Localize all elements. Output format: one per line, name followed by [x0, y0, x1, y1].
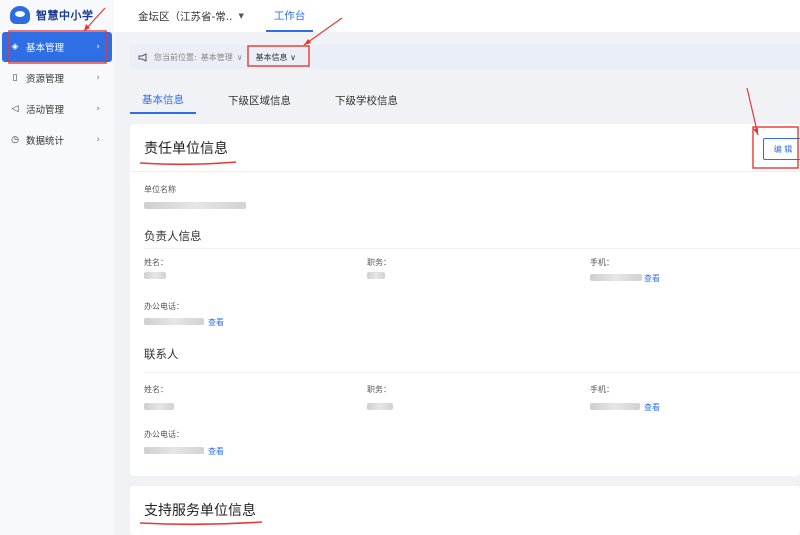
red-underline-annotation — [139, 521, 263, 526]
contact-position-value — [367, 403, 393, 410]
leader-name-label: 姓名： — [144, 258, 168, 267]
chevron-right-icon: › — [96, 104, 100, 114]
unit-name-value — [144, 202, 246, 209]
tab-sub-region-info[interactable]: 下级区域信息 — [216, 86, 303, 114]
contact-section-title: 联系人 — [144, 347, 179, 361]
sidebar-item-label: 数据统计 — [26, 136, 65, 147]
leader-mobile-view-link[interactable]: 查看 — [644, 273, 660, 284]
contact-office-phone-view-link[interactable]: 查看 — [208, 446, 224, 457]
leader-office-phone-label: 办公电话： — [144, 302, 184, 311]
divider — [144, 248, 800, 249]
contact-name-value — [144, 403, 174, 410]
leader-mobile-label: 手机： — [590, 258, 614, 267]
red-underline-annotation — [139, 161, 237, 166]
sidebar-item-resource-management[interactable]: ▯ 资源管理 › — [2, 63, 112, 93]
file-icon: ▯ — [12, 73, 18, 83]
leader-position-value — [367, 272, 385, 279]
chevron-right-icon: › — [96, 135, 100, 145]
tab-sub-school-info[interactable]: 下级学校信息 — [323, 86, 410, 114]
logo[interactable]: 智慧中小学 — [0, 0, 114, 30]
sidebar: 智慧中小学 ◈ 基本管理 › ▯ 资源管理 › ◁ 活动管理 › ◷ 数据统计 … — [0, 0, 114, 535]
leader-position-label: 职务： — [367, 258, 391, 267]
leader-office-phone-view-link[interactable]: 查看 — [208, 317, 224, 328]
tab-workbench[interactable]: 工作台 — [265, 0, 314, 32]
breadcrumb-current[interactable]: 基本信息 ∨ — [251, 50, 301, 65]
layers-icon: ◈ — [11, 42, 19, 52]
top-bar: 金坛区（江苏省-常.. ▼ 工作台 — [114, 0, 800, 32]
responsible-unit-card: 责任单位信息 编 辑 单位名称 负责人信息 姓名： 职务： 手机： 查看 办公电… — [130, 124, 800, 476]
breadcrumb-item[interactable]: 基本管理 — [201, 52, 233, 63]
chevron-down-icon: ∨ — [236, 52, 243, 62]
logo-text: 智慧中小学 — [36, 9, 94, 22]
sidebar-item-label: 资源管理 — [26, 74, 65, 85]
sub-tabs: 基本信息 下级区域信息 下级学校信息 — [130, 86, 800, 114]
megaphone-icon: ◁ — [11, 104, 19, 114]
logo-icon — [10, 6, 30, 24]
caret-down-icon: ▼ — [238, 12, 244, 20]
contact-name-label: 姓名： — [144, 385, 168, 394]
support-service-unit-card: 支持服务单位信息 — [130, 486, 800, 535]
chevron-right-icon: › — [96, 73, 100, 83]
megaphone-icon — [138, 52, 147, 62]
sidebar-item-data-statistics[interactable]: ◷ 数据统计 › — [2, 125, 112, 155]
leader-section-title: 负责人信息 — [144, 229, 202, 243]
leader-mobile-value — [590, 274, 642, 281]
card-title: 支持服务单位信息 — [144, 503, 256, 519]
leader-name-value — [144, 272, 166, 279]
card-title: 责任单位信息 — [144, 141, 228, 157]
leader-office-phone-value — [144, 318, 204, 325]
contact-mobile-value — [590, 403, 640, 410]
breadcrumb-prefix: 您当前位置: — [154, 52, 197, 62]
chevron-right-icon: › — [96, 42, 100, 52]
region-label: 金坛区（江苏省-常.. — [138, 10, 233, 23]
breadcrumb: 您当前位置: 基本管理 ∨ 基本信息 ∨ — [130, 45, 800, 69]
sidebar-item-activity-management[interactable]: ◁ 活动管理 › — [2, 94, 112, 124]
region-selector[interactable]: 金坛区（江苏省-常.. ▼ — [138, 9, 244, 24]
tab-basic-info[interactable]: 基本信息 — [130, 86, 196, 114]
sidebar-item-basic-management[interactable]: ◈ 基本管理 › — [2, 32, 112, 62]
unit-name-label: 单位名称 — [144, 185, 176, 194]
sidebar-item-label: 活动管理 — [26, 105, 65, 116]
sidebar-item-label: 基本管理 — [26, 43, 65, 54]
contact-mobile-view-link[interactable]: 查看 — [644, 402, 660, 413]
contact-office-phone-label: 办公电话： — [144, 430, 184, 439]
divider — [144, 372, 800, 373]
divider — [130, 171, 800, 172]
contact-mobile-label: 手机： — [590, 385, 614, 394]
edit-button[interactable]: 编 辑 — [763, 138, 800, 160]
contact-position-label: 职务： — [367, 385, 391, 394]
contact-office-phone-value — [144, 447, 204, 454]
sidebar-nav: ◈ 基本管理 › ▯ 资源管理 › ◁ 活动管理 › ◷ 数据统计 › — [0, 32, 114, 155]
clock-icon: ◷ — [11, 135, 19, 145]
